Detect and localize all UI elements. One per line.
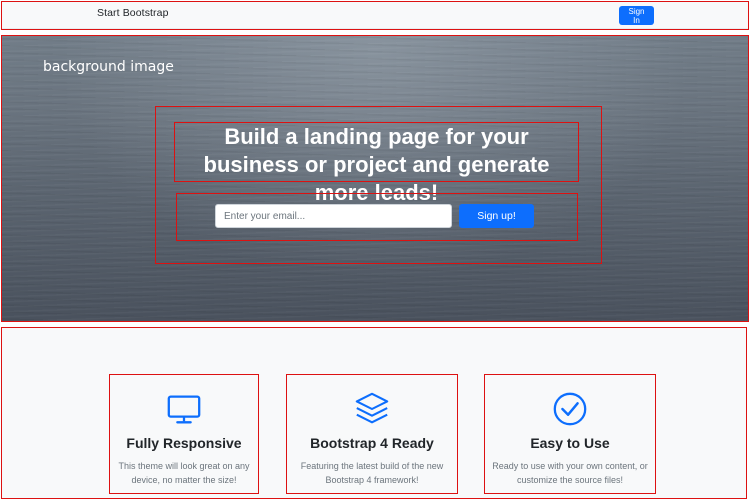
sign-in-button[interactable]: Sign In — [619, 6, 654, 25]
feature-title: Easy to Use — [530, 435, 610, 451]
monitor-icon — [167, 395, 201, 424]
check-circle-icon — [553, 392, 587, 426]
headline-container: Build a landing page for your business o… — [174, 122, 579, 205]
feature-item: Fully Responsive This theme will look gr… — [109, 374, 259, 494]
feature-item: Easy to Use Ready to use with your own c… — [484, 374, 656, 494]
email-input[interactable] — [215, 204, 452, 228]
brand-link[interactable]: Start Bootstrap — [97, 7, 169, 19]
feature-item: Bootstrap 4 Ready Featuring the latest b… — [286, 374, 458, 494]
signup-form: Sign up! — [176, 193, 578, 241]
background-image-label: background image — [43, 59, 174, 75]
masthead: background image Build a landing page fo… — [1, 35, 749, 322]
features-section: Fully Responsive This theme will look gr… — [1, 327, 747, 499]
feature-title: Fully Responsive — [126, 435, 242, 451]
hero-content: Build a landing page for your business o… — [155, 106, 602, 264]
sign-up-button[interactable]: Sign up! — [459, 204, 534, 228]
navbar: Start Bootstrap Sign In — [1, 1, 749, 30]
feature-title: Bootstrap 4 Ready — [310, 435, 434, 451]
layers-icon — [355, 392, 389, 424]
feature-description: This theme will look great on any device… — [118, 461, 250, 485]
feature-description: Ready to use with your own content, or c… — [492, 461, 648, 485]
feature-description: Featuring the latest build of the new Bo… — [300, 461, 444, 485]
